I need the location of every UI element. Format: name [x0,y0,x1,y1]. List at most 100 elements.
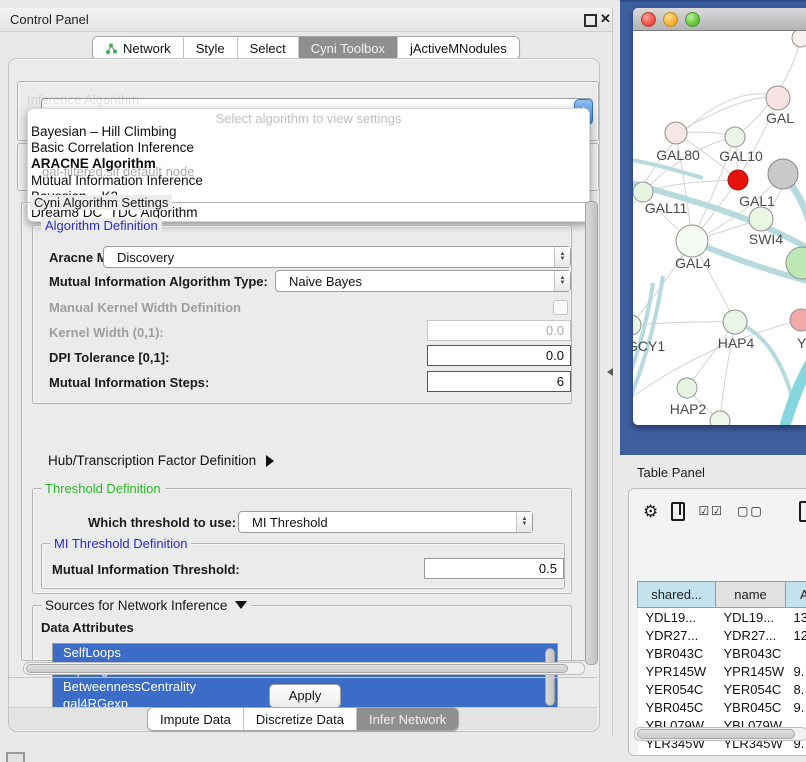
manual-kernel-checkbox[interactable] [553,300,568,315]
network-window-titlebar[interactable] [633,8,806,31]
node-gal-pink[interactable] [766,86,790,110]
tab-jactivemnodules-label: jActiveMNodules [410,41,507,56]
node-hap4[interactable] [723,310,747,334]
table-row[interactable]: YPR145WYPR145W9. [638,662,806,680]
node-gal1[interactable] [749,207,773,231]
node-gal80[interactable] [665,122,687,144]
node-label-y-cut: Y [797,335,806,351]
tab-cyni-toolbox-label: Cyni Toolbox [311,41,385,56]
mi-steps-field[interactable]: 6 [427,371,571,392]
threshold-definition-group: Threshold Definition Which threshold to … [32,488,572,594]
float-window-icon[interactable] [584,14,597,27]
which-threshold-value: MI Threshold [239,515,516,530]
algorithm-definition-title: Algorithm Definition [41,218,162,233]
mac-zoom-button[interactable] [685,12,700,27]
sources-group-title: Sources for Network Inference [41,598,251,613]
node-label-swi4: SWI4 [749,231,783,247]
apply-button[interactable]: Apply [269,684,341,708]
tab-infer-network[interactable]: Infer Network [356,708,458,730]
node-gal4[interactable] [676,225,708,257]
popup-item-bayesian-hill[interactable]: Bayesian – Hill Climbing [28,124,589,140]
divider [9,677,597,678]
splitter-collapse-arrow[interactable] [607,368,613,376]
table-row[interactable]: YBR043CYBR043C [638,644,806,662]
expanded-arrow-icon[interactable] [235,601,247,609]
cyni-algorithm-settings-title: Cyni Algorithm Settings [30,195,172,210]
dpi-tolerance-field[interactable]: 0.0 [427,345,571,366]
data-attributes-label: Data Attributes [41,620,134,635]
control-panel-window: Control Panel ✕ Network Style Se [0,8,613,735]
column-header-a[interactable]: A [786,582,806,608]
kernel-width-field[interactable]: 0.0 [427,320,571,341]
cyni-toolbox-panel: ▲▼ ▲▼ Select algorithm to view settings … [8,58,600,732]
table-row[interactable]: YIL052CYIL052C9. [638,752,806,756]
tab-discretize-data[interactable]: Discretize Data [243,708,356,730]
list-item-selfloops[interactable]: SelfLoops [53,644,557,661]
tab-select-label: Select [250,41,286,56]
mi-type-combo[interactable]: Naive Bayes ▲▼ [275,270,571,292]
control-panel-titlebar[interactable]: Control Panel ✕ [0,8,612,32]
mi-threshold-label: Mutual Information Threshold: [52,562,240,577]
settings-vertical-scrollbar[interactable] [585,201,598,665]
table-horizontal-scrollbar[interactable] [634,727,806,741]
manual-kernel-label: Manual Kernel Width Definition [49,300,241,315]
tab-style[interactable]: Style [183,37,237,59]
node-pink-right[interactable] [790,309,806,331]
docked-panel-icon[interactable] [6,752,25,762]
deselect-all-checkboxes-icon[interactable]: ▢▢ [737,504,764,518]
node-red-selected[interactable] [728,170,748,190]
node-gcy1[interactable] [633,315,641,335]
tab-infer-network-label: Infer Network [369,712,446,727]
node-hap2[interactable] [677,378,697,398]
settings-horizontal-scrollbar[interactable] [23,662,585,675]
node-label-gal80: GAL80 [656,147,700,163]
document-icon[interactable] [799,501,806,522]
table-row[interactable]: YER054CYER054C8. [638,680,806,698]
threshold-definition-title: Threshold Definition [41,481,165,496]
tab-impute-data-label: Impute Data [160,712,231,727]
aracne-mode-combo[interactable]: Discovery ▲▼ [103,246,571,268]
gear-icon[interactable]: ⚙ [643,503,658,520]
ghost-inference-algorithm-label: Inference Algorithm [27,92,139,107]
tab-network[interactable]: Network [93,37,183,59]
tab-cyni-toolbox[interactable]: Cyni Toolbox [298,37,397,59]
tab-impute-data[interactable]: Impute Data [148,708,243,730]
tab-jactivemnodules[interactable]: jActiveMNodules [397,37,519,59]
mac-close-button[interactable] [641,12,656,27]
aracne-mode-spinner: ▲▼ [554,247,570,267]
network-window: GAL GAL80 GAL10 GAL11 GAL1 SWI4 GAL4 GCY… [633,8,806,425]
mac-minimize-button[interactable] [663,12,678,27]
popup-item-basic-correlation[interactable]: Basic Correlation Inference [28,140,589,156]
close-icon[interactable]: ✕ [600,11,611,27]
node-gal10[interactable] [725,127,745,147]
ghost-combo-value: gal-filtered.sif default node [42,164,194,179]
column-header-name[interactable]: name [716,582,786,608]
column-header-shared[interactable]: shared... [638,582,716,608]
which-threshold-spinner: ▲▼ [516,512,532,532]
network-canvas[interactable]: GAL GAL80 GAL10 GAL11 GAL1 SWI4 GAL4 GCY… [633,31,806,425]
node-label-hap2: HAP2 [670,401,707,417]
node-gal11[interactable] [633,182,653,202]
mi-type-value: Naive Bayes [276,274,554,289]
mi-threshold-field[interactable]: 0.5 [424,558,564,579]
which-threshold-label: Which threshold to use: [88,515,236,530]
table-row[interactable]: YDL19...YDL19...13 [638,608,806,627]
which-threshold-combo[interactable]: MI Threshold ▲▼ [238,511,533,533]
tab-discretize-data-label: Discretize Data [256,712,344,727]
collapsed-arrow-icon [266,455,274,467]
cyni-algorithm-settings-group: Cyni Algorithm Settings Algorithm Defini… [21,202,589,661]
mi-type-spinner: ▲▼ [554,271,570,291]
table-row[interactable]: YDR27...YDR27...12 [638,626,806,644]
hub-tf-definition-toggle[interactable]: Hub/Transcription Factor Definition [48,453,274,468]
split-columns-icon[interactable] [671,502,685,521]
node-partial-bottom[interactable] [710,411,730,425]
node-label-gcy1: GCY1 [633,338,665,354]
select-all-checkboxes-icon[interactable]: ☑☑ [698,504,724,518]
tab-select[interactable]: Select [237,37,298,59]
tab-style-label: Style [196,41,225,56]
mi-threshold-group-title: MI Threshold Definition [50,536,191,551]
node-partial-top[interactable] [792,31,806,47]
table-row[interactable]: YBR045CYBR045C9. [638,698,806,716]
algorithm-definition-group: Algorithm Definition Aracne Mode: Discov… [32,225,572,404]
node-gray[interactable] [768,159,798,189]
